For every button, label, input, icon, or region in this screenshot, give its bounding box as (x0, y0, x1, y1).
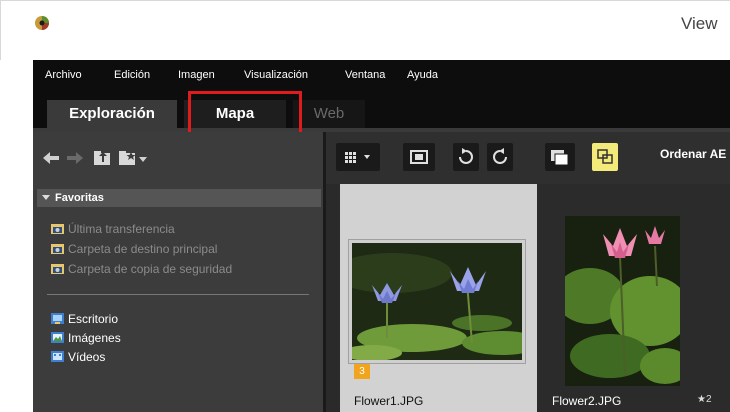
view-mode-button[interactable] (336, 143, 380, 171)
rating-stars: ★2 (697, 394, 712, 405)
compare-button[interactable] (545, 143, 575, 171)
menu-visualizacion[interactable]: Visualización (244, 69, 308, 81)
location-label: Imágenes (68, 331, 121, 345)
menu-bar: Archivo Edición Imagen Visualización Ven… (33, 60, 730, 90)
favorites-label: Favoritas (55, 192, 104, 204)
sort-button[interactable]: Ordenar AE (660, 147, 726, 161)
thumbnail-filename: Flower1.JPG (354, 394, 424, 408)
favorite-label: Última transferencia (68, 222, 175, 236)
chevron-down-icon[interactable] (139, 157, 147, 162)
navigation-toolbar (33, 132, 323, 184)
favorite-folder-icon[interactable] (118, 149, 138, 166)
title-bar: View (0, 0, 730, 60)
pictures-folder-icon (51, 332, 64, 343)
rotate-left-icon (459, 148, 473, 164)
flower2-thumbnail[interactable] (565, 216, 680, 386)
thumbnail-grid: 3 Flower1.JPG Flower2.JPG ★2 (340, 184, 730, 412)
folder-camera-icon (51, 224, 64, 234)
group-button[interactable] (592, 143, 618, 171)
folder-camera-icon (51, 264, 64, 274)
full-screen-icon (410, 150, 428, 164)
collapse-arrow-icon[interactable] (42, 195, 50, 200)
thumbnail-filename: Flower2.JPG (552, 394, 622, 408)
menu-ayuda[interactable]: Ayuda (407, 69, 438, 81)
location-label: Escritorio (68, 312, 119, 326)
stack-windows-icon (551, 150, 569, 166)
rotate-left-button[interactable] (453, 143, 479, 171)
favorites-header[interactable]: Favoritas (37, 189, 321, 207)
location-label: Vídeos (68, 350, 106, 364)
tab-web[interactable]: Web (293, 100, 365, 128)
menu-imagen[interactable]: Imagen (178, 69, 215, 81)
rotate-right-icon (493, 148, 507, 164)
menu-edicion[interactable]: Edición (114, 69, 150, 81)
window-title: View (681, 14, 718, 33)
desktop-folder-icon (51, 313, 64, 324)
parent-folder-icon[interactable] (93, 149, 111, 166)
flower1-thumbnail[interactable] (352, 243, 522, 360)
videos-folder-icon (51, 351, 64, 362)
favorite-label: Carpeta de copia de seguridad (68, 262, 233, 276)
workspace-tabs: Exploración Mapa Web (33, 90, 730, 128)
menu-ventana[interactable]: Ventana (345, 69, 385, 81)
group-images-icon (597, 149, 613, 164)
browser-area: Ordenar AE 3 Flower1.JPG Flower2.JPG ★2 (326, 132, 730, 412)
app-logo-icon (35, 16, 49, 30)
rotate-right-button[interactable] (487, 143, 513, 171)
mapa-tab-highlight-box (188, 91, 302, 137)
back-arrow-icon[interactable] (42, 151, 60, 165)
grid-view-icon (345, 152, 370, 163)
full-screen-button[interactable] (403, 143, 435, 171)
rating-badge: 3 (354, 364, 370, 379)
sidebar-divider (47, 294, 309, 295)
image-toolbar: Ordenar AE (326, 132, 730, 184)
navigation-pane: Favoritas Última transferencia Carpeta d… (33, 132, 323, 412)
folder-camera-icon (51, 244, 64, 254)
tab-exploracion[interactable]: Exploración (47, 100, 177, 128)
forward-arrow-icon[interactable] (66, 151, 84, 165)
app-window: View Archivo Edición Imagen Visualizació… (0, 0, 730, 412)
favorite-label: Carpeta de destino principal (68, 242, 218, 256)
menu-archivo[interactable]: Archivo (45, 69, 82, 81)
